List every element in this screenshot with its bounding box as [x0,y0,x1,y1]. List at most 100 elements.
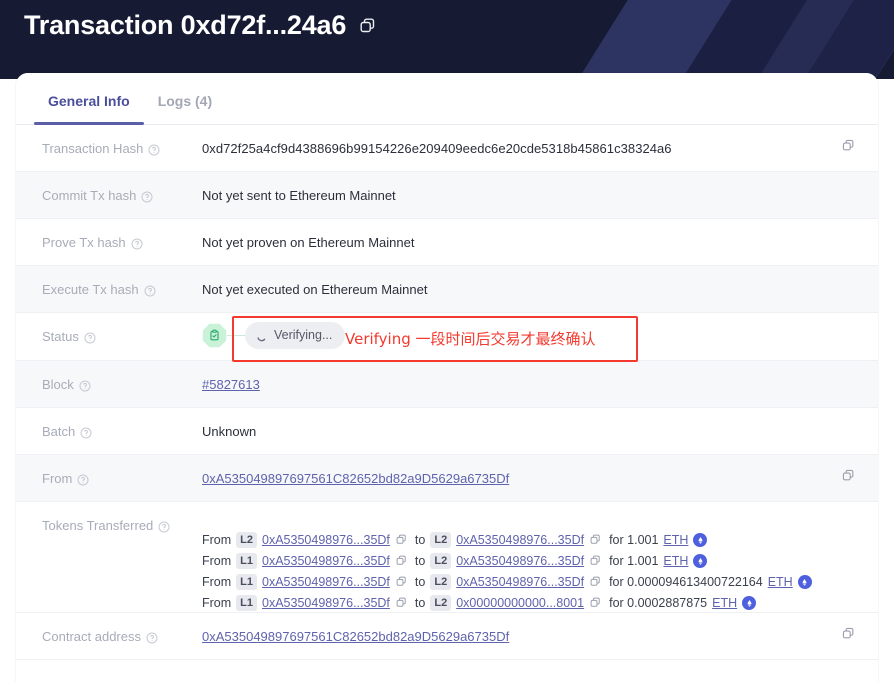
page-header: Transaction 0xd72f...24a6 [0,0,894,79]
transfer-for-word: for 1.001 [609,533,659,547]
ethereum-icon [693,554,708,568]
status-connector [227,335,245,336]
value-transaction-hash: 0xd72f25a4cf9d4388696b99154226e209409eed… [202,141,672,156]
row-label-text: Prove Tx hash [42,235,126,250]
copy-icon[interactable] [589,554,604,569]
clipboard-check-icon [202,323,227,348]
copy-icon[interactable] [395,533,410,548]
transfer-to-address[interactable]: 0xA5350498976...35Df [456,552,584,570]
label-transaction-hash: Transaction Hash [42,125,202,157]
transfer-token-link[interactable]: ETH [663,531,688,549]
transfer-to-address[interactable]: 0x00000000000...8001 [456,594,584,612]
block-link[interactable]: #5827613 [202,377,260,392]
from-layer-tag: L1 [236,595,258,611]
transfer-from-address[interactable]: 0xA5350498976...35Df [262,531,390,549]
token-transfer-row: From L1 0xA5350498976...35Df to L2 0xA5350498… [202,573,822,591]
row-prove-tx-hash: Prove Tx hash Not yet proven on Ethereum… [16,219,878,266]
row-from: From 0xA535049897697561C82652bd82a9D5629… [16,455,878,502]
help-icon[interactable] [79,379,91,391]
copy-icon[interactable] [841,626,856,641]
label-commit-tx-hash: Commit Tx hash [42,172,202,204]
transfer-from-address[interactable]: 0xA5350498976...35Df [262,594,390,612]
transfer-to-word: to [414,554,426,568]
copy-icon[interactable] [395,554,410,569]
copy-icon[interactable] [841,468,856,483]
from-layer-tag: L2 [236,532,258,548]
transfer-to-word: to [414,575,426,589]
row-tokens-transferred: Tokens Transferred From L2 0xA5350498976..… [16,502,878,613]
token-transfer-row: From L1 0xA5350498976...35Df to L2 0x00000000… [202,594,822,612]
help-icon[interactable] [131,237,143,249]
ethereum-icon [742,596,757,610]
tab-general-info[interactable]: General Info [34,93,144,125]
contract-address-link[interactable]: 0xA535049897697561C82652bd82a9D5629a6735… [202,629,509,644]
from-address-link[interactable]: 0xA535049897697561C82652bd82a9D5629a6735… [202,471,509,486]
help-icon[interactable] [144,284,156,296]
copy-icon[interactable] [589,533,604,548]
transfer-from-word: From [202,533,232,547]
help-icon[interactable] [158,520,170,532]
row-label-text: Contract address [42,629,141,644]
label-status: Status [42,313,202,345]
copy-icon[interactable] [589,596,604,611]
from-layer-tag: L1 [236,574,258,590]
transfer-from-word: From [202,575,232,589]
label-prove-tx-hash: Prove Tx hash [42,219,202,251]
transfer-to-word: to [414,533,426,547]
label-from: From [42,455,202,487]
help-icon[interactable] [148,143,160,155]
tab-bar: General Info Logs (4) [16,73,878,125]
row-label-text: Status [42,329,79,344]
page-title: Transaction 0xd72f...24a6 [24,10,347,40]
row-label-text: Block [42,377,74,392]
value-block: #5827613 [202,361,822,393]
value-execute-tx-hash: Not yet executed on Ethereum Mainnet [202,282,428,297]
from-layer-tag: L1 [236,553,258,569]
transfer-token-link[interactable]: ETH [712,594,737,612]
copy-icon[interactable] [358,16,378,36]
value-prove-tx-hash: Not yet proven on Ethereum Mainnet [202,235,415,250]
copy-icon[interactable] [395,596,410,611]
transfer-token-link[interactable]: ETH [768,573,793,591]
row-label-text: Commit Tx hash [42,188,137,203]
row-execute-tx-hash: Execute Tx hash Not yet executed on Ethe… [16,266,878,313]
copy-icon[interactable] [395,575,410,590]
transaction-card: General Info Logs (4) Transaction Hash 0… [16,73,878,682]
row-label-text: Batch [42,424,76,439]
transfer-for-word: for 0.000094613400722164 [609,575,763,589]
value-contract-address: 0xA535049897697561C82652bd82a9D5629a6735… [202,613,822,645]
spinner-icon [256,330,267,342]
token-transfer-row: From L1 0xA5350498976...35Df to L2 0xA5350498… [202,552,822,570]
row-contract-address: Contract address 0xA535049897697561C8265… [16,613,878,660]
tab-logs[interactable]: Logs (4) [144,93,226,124]
help-icon[interactable] [80,426,92,438]
help-icon[interactable] [77,473,89,485]
copy-icon[interactable] [589,575,604,590]
transfer-from-address[interactable]: 0xA5350498976...35Df [262,552,390,570]
row-block: Block #5827613 [16,361,878,408]
help-icon[interactable] [141,190,153,202]
label-execute-tx-hash: Execute Tx hash [42,266,202,298]
value-from: 0xA535049897697561C82652bd82a9D5629a6735… [202,455,822,487]
transfer-to-address[interactable]: 0xA5350498976...35Df [456,573,584,591]
transfer-to-address[interactable]: 0xA5350498976...35Df [456,531,584,549]
row-label-text: Tokens Transferred [42,518,154,533]
transfer-from-address[interactable]: 0xA5350498976...35Df [262,573,390,591]
copy-icon[interactable] [841,138,856,153]
transfer-for-word: for 1.001 [609,554,659,568]
help-icon[interactable] [84,331,96,343]
row-commit-tx-hash: Commit Tx hash Not yet sent to Ethereum … [16,172,878,219]
help-icon[interactable] [146,631,158,643]
transfer-from-word: From [202,554,232,568]
to-layer-tag: L2 [430,574,452,590]
transfer-token-link[interactable]: ETH [663,552,688,570]
ethereum-icon [797,575,812,589]
transfer-from-word: From [202,596,232,610]
status-badge[interactable]: Verifying... [245,322,346,349]
annotation-text: Verifying 一段时间后交易才最终确认 [345,330,596,348]
token-transfer-list: From L2 0xA5350498976...35Df to L2 0xA5350498… [202,517,822,612]
token-transfer-row: From L2 0xA5350498976...35Df to L2 0xA5350498… [202,531,822,549]
label-tokens-transferred: Tokens Transferred [42,502,202,534]
to-layer-tag: L2 [430,553,452,569]
label-batch: Batch [42,408,202,440]
